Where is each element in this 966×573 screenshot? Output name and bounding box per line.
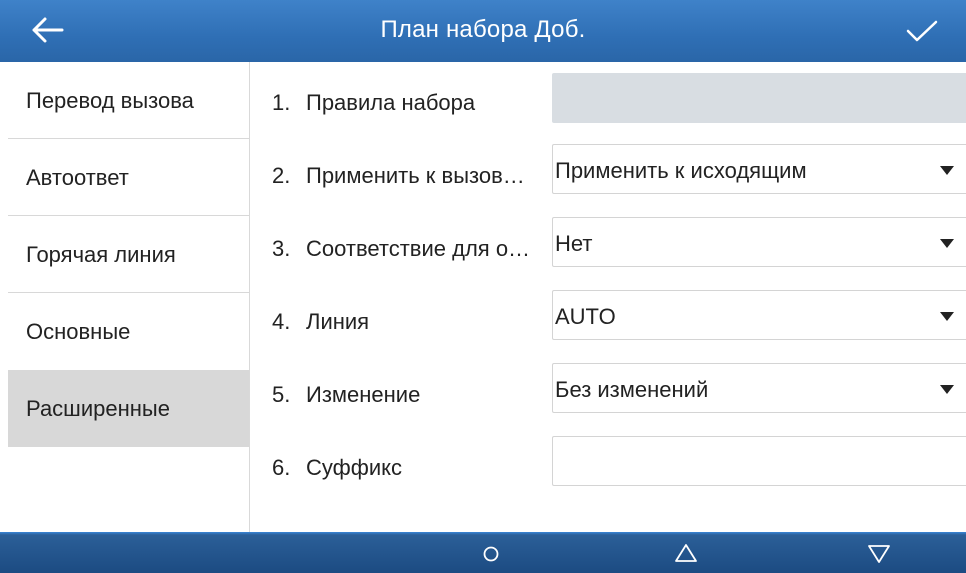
modify-select[interactable]: Без изменений	[552, 363, 966, 413]
line-select[interactable]: AUTO	[552, 290, 966, 340]
triangle-down-icon[interactable]	[864, 540, 894, 566]
row-number: 5.	[272, 382, 291, 407]
row-number: 2.	[272, 163, 291, 188]
dropdown-arrow-icon	[940, 239, 954, 248]
suffix-input[interactable]	[552, 436, 966, 486]
row-label: Линия	[306, 309, 370, 334]
row-number: 3.	[272, 236, 291, 261]
row-label: Правила набора	[306, 90, 476, 115]
select-value: Применить к исходящим	[555, 158, 807, 183]
dropdown-arrow-icon	[940, 385, 954, 394]
sidebar-item-label: Автоответ	[26, 165, 129, 190]
sidebar-item-basic[interactable]: Основные	[0, 293, 249, 370]
sidebar-item-advanced[interactable]: Расширенные	[8, 370, 249, 447]
dropdown-arrow-icon	[940, 166, 954, 175]
select-value: Нет	[555, 231, 593, 256]
dropdown-arrow-icon	[940, 312, 954, 321]
sidebar-item-hotline[interactable]: Горячая линия	[0, 216, 249, 293]
checkmark-icon[interactable]	[904, 16, 940, 46]
row-number: 6.	[272, 455, 291, 480]
sidebar: Перевод вызова Автоответ Горячая линия О…	[0, 62, 250, 532]
row-number: 4.	[272, 309, 291, 334]
system-nav-bar	[0, 532, 966, 573]
match-select[interactable]: Нет	[552, 217, 966, 267]
dial-rules-field	[552, 73, 966, 123]
select-value: Без изменений	[555, 377, 709, 402]
page-title: План набора Доб.	[380, 16, 586, 43]
sidebar-item-label: Горячая линия	[26, 242, 176, 267]
row-label: Изменение	[306, 382, 421, 407]
row-number: 1.	[272, 90, 291, 115]
sidebar-item-call-forward[interactable]: Перевод вызова	[0, 62, 249, 139]
sidebar-item-auto-answer[interactable]: Автоответ	[0, 139, 249, 216]
title-bar: План набора Доб.	[0, 0, 966, 62]
row-label: Суффикс	[306, 455, 403, 480]
select-value: AUTO	[555, 304, 616, 329]
sidebar-item-label: Перевод вызова	[26, 88, 194, 113]
apply-to-call-select[interactable]: Применить к исходящим	[552, 144, 966, 194]
row-label: Соответствие для о…	[306, 236, 531, 261]
sidebar-item-label: Расширенные	[26, 396, 170, 421]
row-label: Применить к вызов…	[306, 163, 525, 188]
home-circle-icon[interactable]	[476, 540, 506, 566]
back-triangle-up-icon[interactable]	[671, 540, 701, 566]
sidebar-item-label: Основные	[26, 319, 131, 344]
